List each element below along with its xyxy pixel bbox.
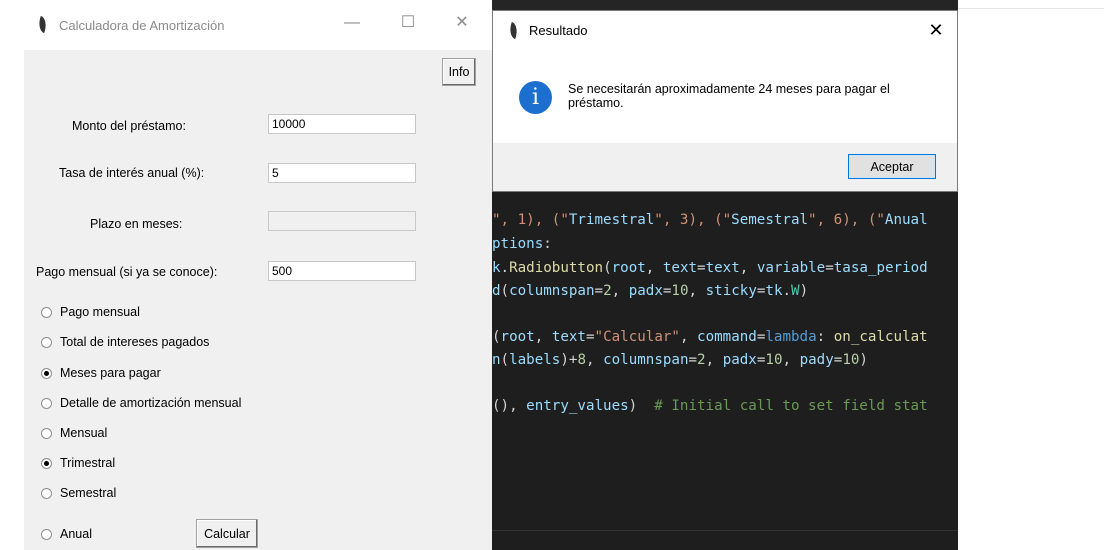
main-window: Calculadora de Amortización — ☐ ✕ Info M… [24, 0, 492, 550]
radio-monthly-payment[interactable]: Pago mensual [41, 303, 140, 321]
radio-label: Pago mensual [60, 305, 140, 319]
ok-button[interactable]: Aceptar [848, 154, 936, 179]
dialog-close-button[interactable]: ✕ [925, 19, 947, 41]
radio-indicator [41, 457, 52, 469]
code-line[interactable]: d(columnspan=2, padx=10, sticky=tk.W) [492, 283, 808, 299]
editor-status-area [492, 530, 958, 550]
radio-label: Mensual [60, 426, 108, 440]
radio-label: Trimestral [60, 456, 116, 470]
close-button[interactable]: ✕ [452, 13, 472, 33]
radio-indicator [41, 487, 52, 499]
dialog-titlebar[interactable]: Resultado ✕ [493, 11, 957, 51]
editor-tab-strip [492, 0, 958, 10]
maximize-button[interactable]: ☐ [398, 13, 418, 33]
term-months-input[interactable] [268, 211, 416, 231]
radio-indicator [41, 336, 52, 348]
radio-indicator [41, 528, 52, 540]
radio-total-interest[interactable]: Total de intereses pagados [41, 333, 209, 351]
radio-label: Total de intereses pagados [60, 335, 210, 349]
radio-indicator [41, 306, 52, 318]
info-icon: i [519, 81, 552, 114]
main-titlebar[interactable]: Calculadora de Amortización — ☐ ✕ [24, 0, 492, 50]
dialog-message: Se necesitarán aproximadamente 24 meses … [568, 82, 890, 110]
code-line[interactable]: ", 1), ("Trimestral", 3), ("Semestral", … [492, 212, 928, 228]
code-line[interactable]: k.Radiobutton(root, text=text, variable=… [492, 260, 928, 276]
dialog-body: i Se necesitarán aproximadamente 24 mese… [493, 51, 957, 143]
radio-period-quarterly[interactable]: Trimestral [41, 454, 115, 472]
radio-label: Semestral [60, 486, 117, 500]
info-button[interactable]: Info [442, 58, 476, 86]
interest-rate-label: Tasa de interés anual (%): [59, 166, 205, 180]
feather-icon [506, 21, 521, 40]
feather-icon [35, 15, 50, 34]
monthly-payment-label: Pago mensual (si ya se conoce): [36, 265, 218, 279]
result-dialog: Resultado ✕ i Se necesitarán aproximadam… [492, 10, 958, 192]
code-line[interactable]: (), entry_values) # Initial call to set … [492, 398, 928, 414]
radio-period-monthly[interactable]: Mensual [41, 424, 107, 442]
calculate-button[interactable]: Calcular [196, 519, 258, 548]
radio-period-annual[interactable]: Anual [41, 525, 92, 543]
radio-label: Detalle de amortización mensual [60, 396, 242, 410]
radio-amortization-detail[interactable]: Detalle de amortización mensual [41, 394, 241, 412]
monthly-payment-input[interactable] [268, 261, 416, 281]
code-line[interactable]: n(labels)+8, columnspan=2, padx=10, pady… [492, 352, 868, 368]
divider [958, 8, 1104, 9]
radio-months-to-pay[interactable]: Meses para pagar [41, 364, 161, 382]
minimize-button[interactable]: — [342, 13, 362, 33]
radio-period-semiannual[interactable]: Semestral [41, 484, 116, 502]
radio-indicator [41, 397, 52, 409]
code-line[interactable]: (root, text="Calcular", command=lambda: … [492, 329, 928, 345]
code-line[interactable]: ptions: [492, 236, 552, 252]
window-title: Calculadora de Amortización [59, 18, 225, 33]
loan-amount-input[interactable] [268, 114, 416, 134]
dialog-title: Resultado [529, 23, 588, 38]
radio-indicator [41, 367, 52, 379]
loan-amount-label: Monto del préstamo: [72, 119, 186, 133]
term-months-label: Plazo en meses: [90, 217, 183, 231]
radio-label: Anual [60, 527, 92, 541]
radio-indicator [41, 427, 52, 439]
interest-rate-input[interactable] [268, 163, 416, 183]
radio-label: Meses para pagar [60, 366, 161, 380]
